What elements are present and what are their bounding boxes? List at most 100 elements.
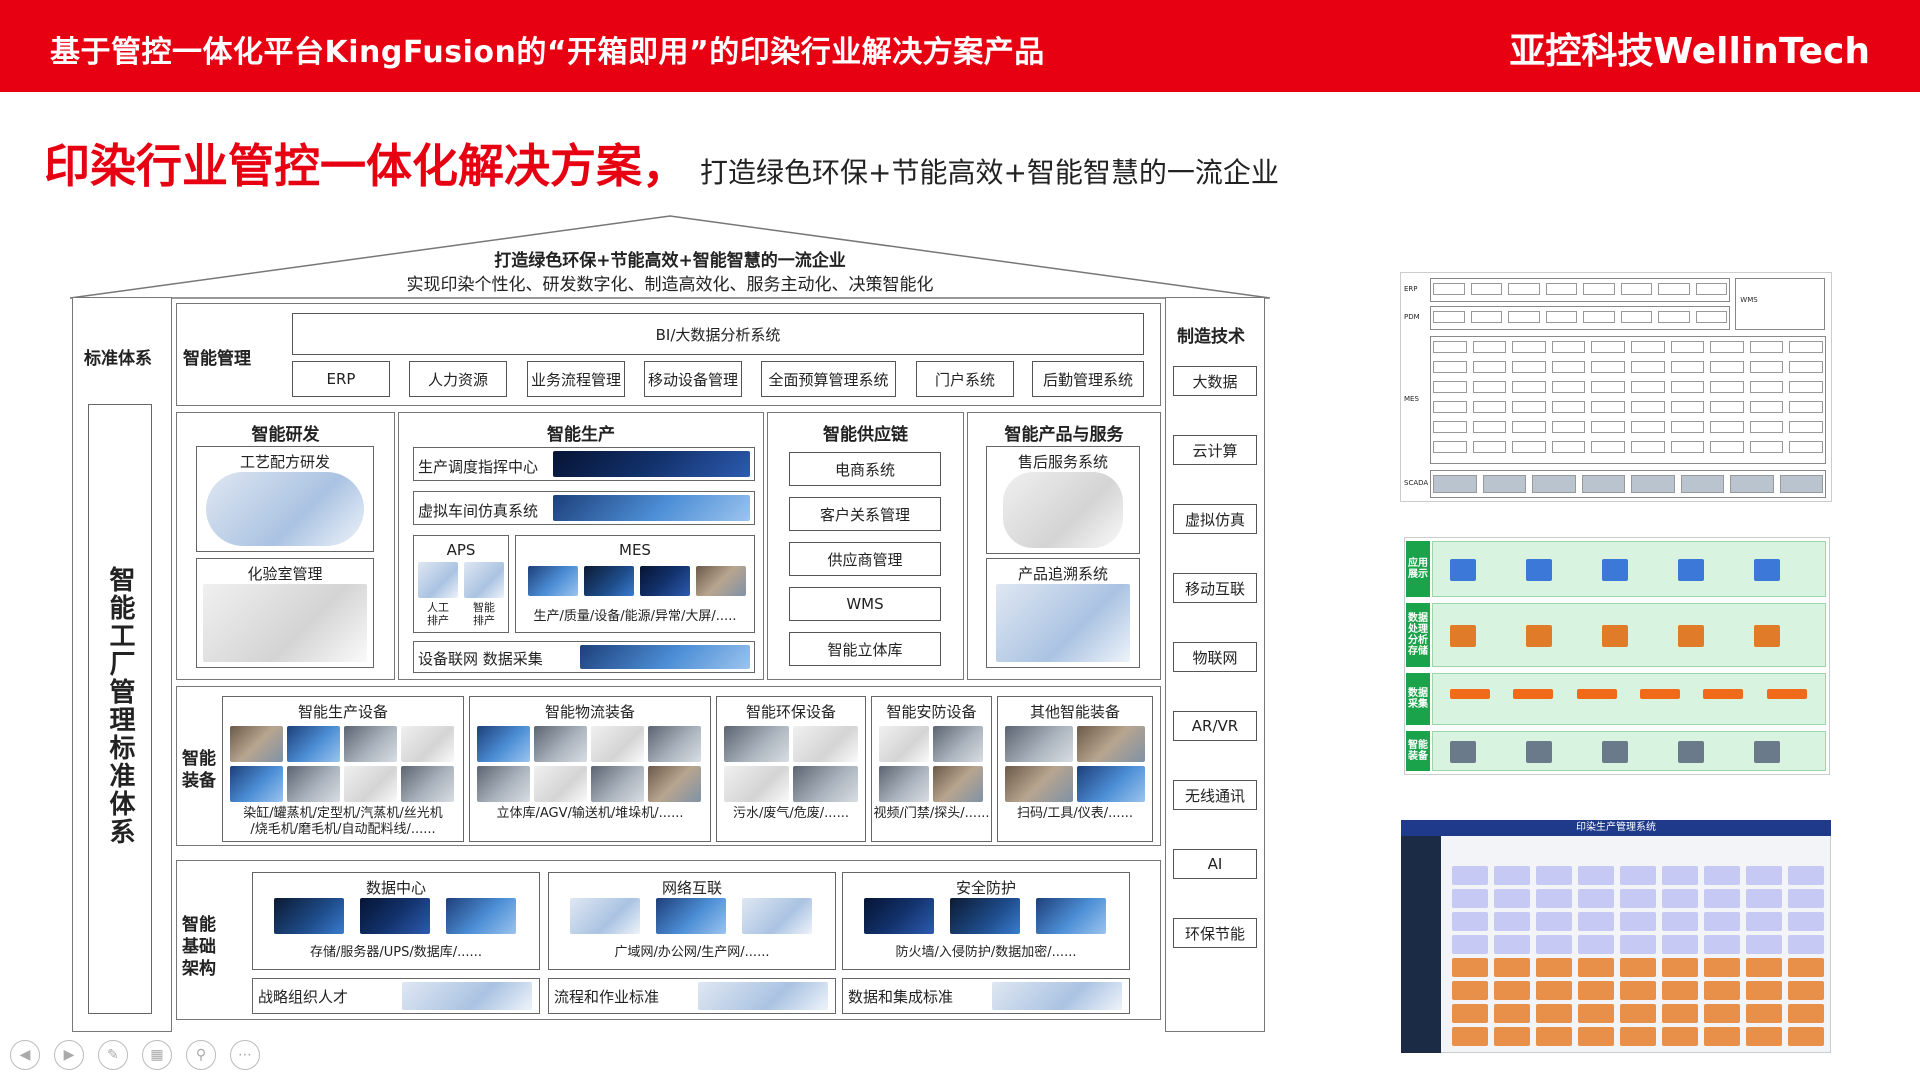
tech-item: 虚拟仿真	[1173, 504, 1257, 534]
infra-photo	[742, 898, 812, 934]
arch-cell	[1658, 283, 1690, 295]
schedule-cell	[1452, 866, 1488, 885]
equipment-photo	[1005, 766, 1073, 802]
equipment-photo	[879, 726, 929, 762]
virtual-workshop-image	[553, 495, 750, 521]
rd-block-formula-title: 工艺配方研发	[239, 453, 330, 471]
arch-cell	[1658, 311, 1690, 323]
arch-cell	[1433, 475, 1477, 493]
schedule-cell	[1620, 958, 1656, 977]
management-system: 移动设备管理	[644, 361, 742, 397]
equipment-group-title: 智能生产设备	[297, 703, 388, 721]
layer-icon	[1602, 559, 1628, 581]
equipment-group-title: 其他智能装备	[1029, 703, 1120, 721]
equipment-photo	[648, 726, 701, 762]
management-system: 全面预算管理系统	[761, 361, 896, 397]
schedule-cell	[1746, 981, 1782, 1000]
schedule-cell	[1494, 1004, 1530, 1023]
equipment-photo	[793, 726, 858, 762]
schedule-cell	[1704, 889, 1740, 908]
equipment-photo	[534, 766, 587, 802]
schedule-cell	[1536, 1004, 1572, 1023]
arch-cell	[1472, 441, 1507, 453]
schedule-cell	[1452, 889, 1488, 908]
schedule-cell	[1788, 889, 1824, 908]
schedule-cell	[1704, 1004, 1740, 1023]
arch-cell	[1670, 381, 1705, 393]
schedule-cell	[1662, 1027, 1698, 1046]
arch-cell	[1749, 381, 1784, 393]
infra-group-title: 数据中心	[365, 879, 426, 897]
schedule-cell	[1662, 935, 1698, 954]
roof-line-2: 实现印染个性化、研发数字化、制造高效化、服务主动化、决策智能化	[406, 275, 934, 295]
layer-icon	[1450, 625, 1476, 647]
equipment-photo	[1077, 766, 1145, 802]
infra-bottom-image	[992, 982, 1122, 1010]
more-options-icon[interactable]: ⋯	[230, 1040, 260, 1070]
arch-cell	[1581, 475, 1625, 493]
equipment-group-caption: 染缸/罐蒸机/定型机/汽蒸机/丝光机 /烧毛机/磨毛机/自动配料线/......	[243, 806, 443, 837]
schedule-cell	[1662, 866, 1698, 885]
infra-photo	[570, 898, 640, 934]
pen-icon[interactable]: ✎	[98, 1040, 128, 1070]
arch-cell	[1472, 421, 1507, 433]
equipment-group-title: 智能环保设备	[745, 703, 836, 721]
layer-icon	[1450, 559, 1476, 581]
infra-bottom-label: 战略组织人才	[258, 988, 349, 1006]
mes-title: MES	[619, 541, 651, 559]
arch-cell	[1591, 441, 1625, 453]
formula-diagram-image	[206, 472, 364, 546]
arch-cell	[1482, 475, 1526, 493]
layer-icon	[1640, 689, 1680, 699]
schedule-cell	[1788, 1027, 1824, 1046]
arch-cell	[1512, 421, 1546, 433]
equipment-photo	[1077, 726, 1145, 762]
layer-label: 智能 装备	[1406, 731, 1430, 771]
schedule-cell	[1746, 889, 1782, 908]
arch-cell	[1789, 381, 1823, 393]
tech-item: 大数据	[1173, 366, 1257, 396]
equipment-photo	[879, 766, 929, 802]
bi-system: BI/大数据分析系统	[292, 313, 1144, 355]
arch-cell	[1710, 401, 1744, 413]
dispatch-center-image	[553, 451, 750, 477]
schedule-cell	[1620, 981, 1656, 1000]
next-slide-icon[interactable]: ▶	[54, 1040, 84, 1070]
prev-slide-icon[interactable]: ◀	[10, 1040, 40, 1070]
equipment-group-caption: 立体库/AGV/输送机/堆垛机/......	[496, 806, 684, 821]
schedule-cell	[1452, 935, 1488, 954]
arch-cell	[1631, 361, 1665, 373]
supply-item: 电商系统	[789, 452, 941, 486]
tech-title: 制造技术	[1177, 327, 1245, 347]
equipment-photo	[287, 726, 340, 762]
schedule-cell	[1704, 866, 1740, 885]
equipment-photo	[477, 726, 530, 762]
layer-icon	[1526, 625, 1552, 647]
schedule-cell	[1620, 1027, 1656, 1046]
schedule-cell	[1704, 958, 1740, 977]
schedule-cell	[1536, 1027, 1572, 1046]
brand-logo: 亚控科技WellinTech	[1509, 31, 1870, 72]
schedule-cell	[1788, 935, 1824, 954]
headline-main: 印染行业管控一体化解决方案，	[44, 139, 688, 193]
equipment-photo	[230, 726, 283, 762]
grid-view-icon[interactable]: ▦	[142, 1040, 172, 1070]
arch-cell	[1551, 361, 1586, 373]
infra-group-caption: 广域网/办公网/生产网/......	[614, 945, 770, 960]
schedule-cell	[1704, 935, 1740, 954]
equipment-group-caption: 污水/废气/危废/......	[733, 806, 849, 821]
equipment-photo	[230, 766, 283, 802]
schedule-cell	[1746, 1027, 1782, 1046]
schedule-cell	[1578, 866, 1614, 885]
infra-photo	[656, 898, 726, 934]
arch-cell	[1433, 401, 1467, 413]
schedule-cell	[1788, 981, 1824, 1000]
schedule-cell	[1536, 912, 1572, 931]
schedule-cell	[1662, 889, 1698, 908]
zoom-icon[interactable]: ⚲	[186, 1040, 216, 1070]
infra-photo	[446, 898, 516, 934]
schedule-cell	[1746, 866, 1782, 885]
equipment-photo	[477, 766, 530, 802]
schedule-cell	[1620, 889, 1656, 908]
arch-cell	[1789, 341, 1823, 353]
